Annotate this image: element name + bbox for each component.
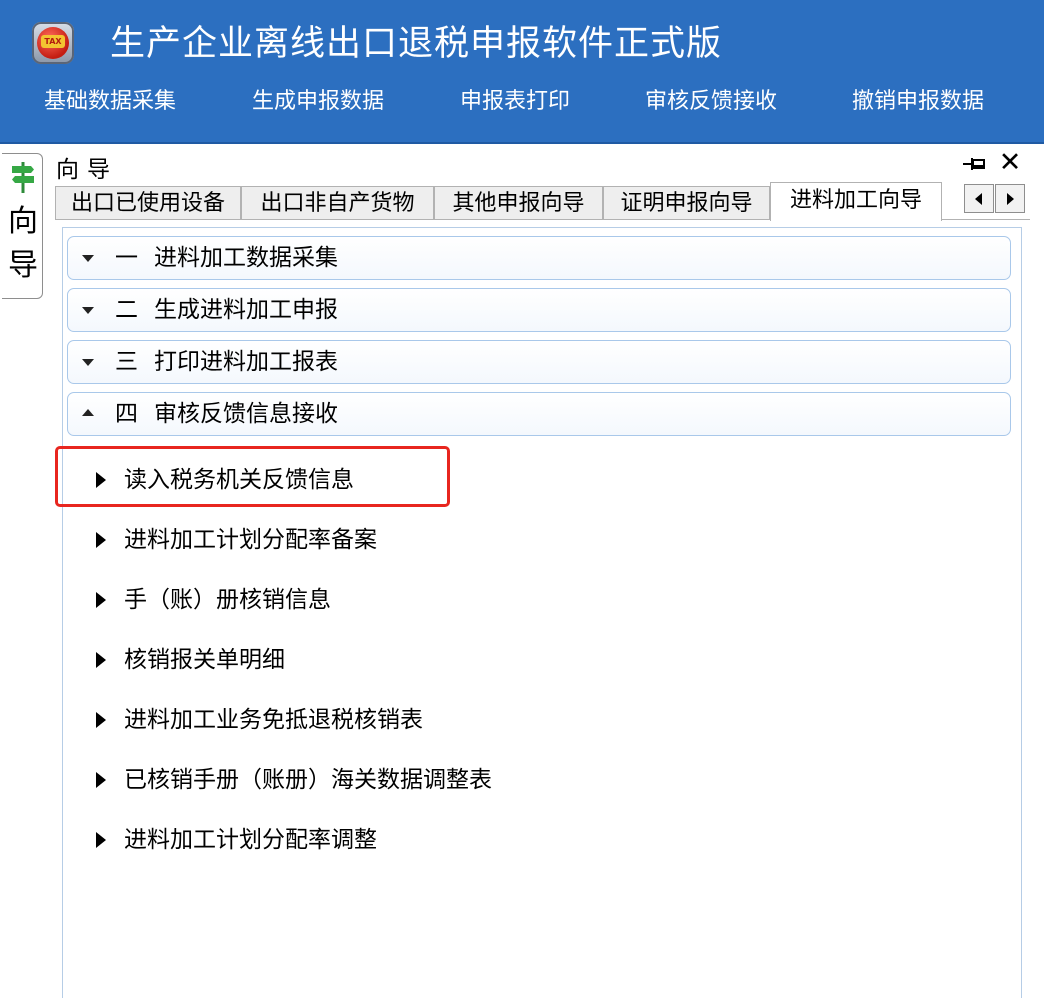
app-title: 生产企业离线出口退税申报软件正式版 [110, 24, 723, 64]
section-header-generate-declaration[interactable]: 二 生成进料加工申报 [67, 288, 1011, 332]
highlight-box [55, 446, 450, 507]
triangle-right-icon [96, 712, 106, 728]
chevron-down-icon [82, 307, 94, 314]
task-exemption-verification-table[interactable]: 进料加工业务免抵退税核销表 [92, 700, 612, 740]
pin-icon[interactable] [962, 154, 988, 176]
triangle-right-icon [96, 652, 106, 668]
chevron-down-icon [82, 255, 94, 262]
chevron-down-icon [82, 359, 94, 366]
section-label: 生成进料加工申报 [154, 297, 338, 323]
task-label: 手（账）册核销信息 [124, 587, 331, 613]
task-label: 核销报关单明细 [124, 647, 285, 673]
section-number: 二 [115, 297, 138, 323]
main-menu: 基础数据采集 生成申报数据 申报表打印 审核反馈接收 撤销申报数据 [0, 82, 1044, 122]
tab-non-self-produced[interactable]: 出口非自产货物 [241, 186, 434, 219]
app-logo-icon: TAX [32, 22, 74, 64]
task-customs-data-adjustment[interactable]: 已核销手册（账册）海关数据调整表 [92, 760, 652, 800]
triangle-right-icon [96, 532, 106, 548]
scroll-left-icon[interactable] [964, 184, 994, 213]
tab-certificate-declaration[interactable]: 证明申报向导 [603, 186, 770, 219]
tab-other-declaration[interactable]: 其他申报向导 [434, 186, 603, 219]
section-number: 三 [115, 349, 138, 375]
tab-processing-trade[interactable]: 进料加工向导 [770, 182, 942, 221]
menu-generate-declaration[interactable]: 生成申报数据 [252, 82, 384, 122]
task-label: 进料加工业务免抵退税核销表 [124, 707, 423, 733]
app-logo-text: TAX [41, 35, 65, 48]
section-label: 打印进料加工报表 [154, 349, 338, 375]
section-number: 四 [115, 401, 138, 427]
chevron-up-icon [82, 409, 94, 416]
section-header-print-forms[interactable]: 三 打印进料加工报表 [67, 340, 1011, 384]
menu-cancel-declaration[interactable]: 撤销申报数据 [852, 82, 984, 122]
section-header-data-collection[interactable]: 一 进料加工数据采集 [67, 236, 1011, 280]
title-bar: TAX 生产企业离线出口退税申报软件正式版 基础数据采集 生成申报数据 申报表打… [0, 0, 1044, 144]
signpost-icon [12, 162, 34, 193]
wizard-side-tab[interactable]: 向导 [2, 153, 43, 299]
section-number: 一 [115, 245, 138, 271]
section-label: 审核反馈信息接收 [154, 401, 338, 427]
task-label: 已核销手册（账册）海关数据调整表 [124, 767, 492, 793]
menu-basic-data[interactable]: 基础数据采集 [44, 82, 176, 122]
task-label: 进料加工计划分配率备案 [124, 527, 377, 553]
section-label: 进料加工数据采集 [154, 245, 338, 271]
task-allocation-rate-adjustment[interactable]: 进料加工计划分配率调整 [92, 820, 612, 860]
wizard-side-tab-label: 向导 [8, 204, 38, 283]
menu-print-forms[interactable]: 申报表打印 [460, 82, 570, 122]
triangle-right-icon [96, 592, 106, 608]
menu-review-feedback[interactable]: 审核反馈接收 [645, 82, 777, 122]
task-customs-declaration-detail[interactable]: 核销报关单明细 [92, 640, 612, 680]
scroll-right-icon[interactable] [995, 184, 1025, 213]
triangle-right-icon [96, 772, 106, 788]
close-icon[interactable]: ✕ [996, 147, 1024, 179]
panel-title: 向导 [56, 157, 118, 183]
triangle-right-icon [96, 832, 106, 848]
task-allocation-rate-filing[interactable]: 进料加工计划分配率备案 [92, 520, 612, 560]
tab-used-equipment[interactable]: 出口已使用设备 [55, 186, 241, 219]
task-label: 进料加工计划分配率调整 [124, 827, 377, 853]
section-header-feedback-receive[interactable]: 四 审核反馈信息接收 [67, 392, 1011, 436]
task-manual-verification-info[interactable]: 手（账）册核销信息 [92, 580, 612, 620]
